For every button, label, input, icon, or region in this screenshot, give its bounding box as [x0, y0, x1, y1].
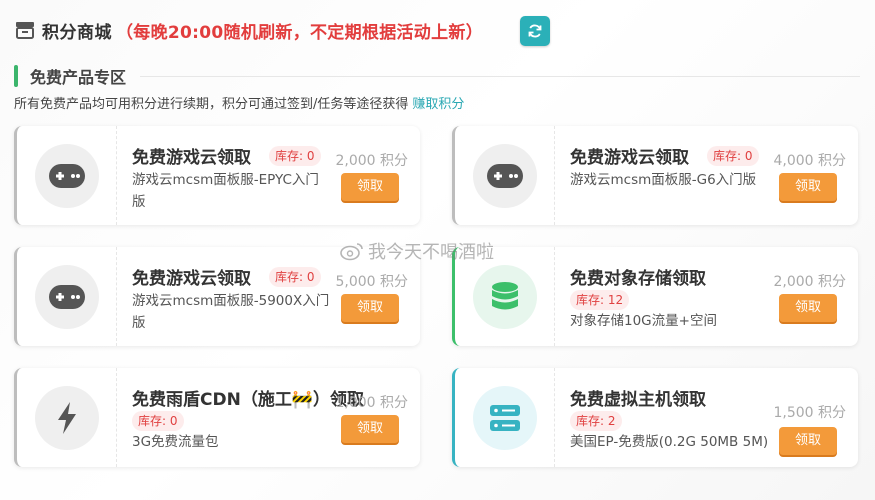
product-icon-bg — [34, 385, 99, 450]
claim-button[interactable]: 领取 — [779, 427, 837, 455]
product-icon-bg — [34, 264, 99, 329]
product-description: 美国EP-免费版(0.2G 50MB 5M) — [570, 434, 769, 450]
product-icon-column — [17, 247, 117, 346]
product-title: 免费游戏云领取 — [132, 269, 251, 289]
product-title: 免费虚拟主机领取 — [570, 390, 706, 410]
server-icon — [489, 404, 520, 431]
section-description-text: 所有免费产品均可用积分进行续期，积分可通过签到/任务等途径获得 — [14, 97, 409, 112]
claim-button[interactable]: 领取 — [779, 294, 837, 322]
product-title: 免费游戏云领取 — [132, 148, 251, 168]
stock-badge: 库存: 0 — [269, 267, 321, 287]
product-description: 游戏云mcsm面板服-G6入门版 — [570, 172, 757, 188]
product-icon-column — [455, 368, 555, 467]
product-icon-bg — [472, 264, 537, 329]
points-cost: 2,000 积分 — [773, 274, 846, 290]
product-card: 免费雨盾CDN（施工🚧）领取 库存: 0 1,000 积分 3G免费流量包 领取 — [14, 368, 420, 467]
stock-badge: 库存: 2 — [570, 411, 622, 431]
weibo-icon — [340, 243, 363, 261]
product-icon-column — [455, 126, 555, 225]
page-header: 积分商城 （每晚20:00随机刷新，不定期根据活动上新） — [14, 14, 483, 46]
gamepad-icon — [48, 163, 85, 188]
claim-button[interactable]: 领取 — [779, 173, 837, 201]
claim-button[interactable]: 领取 — [341, 415, 399, 443]
section-divider — [140, 75, 860, 77]
points-cost: 1,000 积分 — [335, 395, 408, 411]
gamepad-icon — [486, 163, 523, 188]
watermark: 我今天不喝酒啦 — [340, 238, 494, 264]
product-description: 3G免费流量包 — [132, 434, 219, 450]
points-cost: 5,000 积分 — [335, 274, 408, 290]
refresh-icon — [528, 24, 542, 38]
section-description: 所有免费产品均可用积分进行续期，积分可通过签到/任务等途径获得 赚取积分 — [14, 93, 464, 112]
product-icon-bg — [34, 143, 99, 208]
points-cost: 1,500 积分 — [773, 405, 846, 421]
earn-points-link[interactable]: 赚取积分 — [412, 97, 464, 112]
product-icon-column — [17, 126, 117, 225]
product-description: 对象存储10G流量+空间 — [570, 313, 717, 329]
lightning-icon — [57, 401, 76, 434]
product-title: 免费游戏云领取 — [570, 148, 689, 168]
claim-button[interactable]: 领取 — [341, 173, 399, 201]
refresh-notice: （每晚20:00随机刷新，不定期根据活动上新） — [116, 22, 484, 43]
product-card: 免费游戏云领取 库存: 0 4,000 积分 游戏云mcsm面板服-G6入门版 … — [452, 126, 858, 225]
store-icon — [16, 22, 34, 39]
product-icon-bg — [472, 385, 537, 450]
product-card: 免费游戏云领取 库存: 0 2,000 积分 游戏云mcsm面板服-EPYC入门… — [14, 126, 420, 225]
claim-button[interactable]: 领取 — [341, 294, 399, 322]
stock-badge: 库存: 0 — [707, 146, 759, 166]
stock-badge: 库存: 0 — [132, 411, 184, 431]
product-icon-column — [17, 368, 117, 467]
product-icon-bg — [472, 143, 537, 208]
section-header: 免费产品专区 — [14, 63, 860, 89]
gamepad-icon — [48, 284, 85, 309]
product-card: 免费虚拟主机领取 库存: 2 1,500 积分 美国EP-免费版(0.2G 50… — [452, 368, 858, 467]
refresh-button[interactable] — [520, 16, 550, 46]
stock-badge: 库存: 0 — [269, 146, 321, 166]
section-accent-bar — [14, 65, 18, 87]
section-title: 免费产品专区 — [30, 68, 127, 87]
product-description: 游戏云mcsm面板服-EPYC入门版 — [132, 172, 319, 210]
watermark-text: 我今天不喝酒啦 — [368, 242, 494, 263]
page-title: 积分商城 — [42, 22, 112, 43]
points-cost: 2,000 积分 — [335, 153, 408, 169]
product-title: 免费对象存储领取 — [570, 269, 706, 289]
product-card: 免费对象存储领取 库存: 12 2,000 积分 对象存储10G流量+空间 领取 — [452, 247, 858, 346]
product-description: 游戏云mcsm面板服-5900X入门版 — [132, 293, 330, 331]
product-title: 免费雨盾CDN（施工🚧）领取 — [132, 390, 364, 410]
points-cost: 4,000 积分 — [773, 153, 846, 169]
database-icon — [491, 281, 518, 309]
stock-badge: 库存: 12 — [570, 290, 630, 310]
